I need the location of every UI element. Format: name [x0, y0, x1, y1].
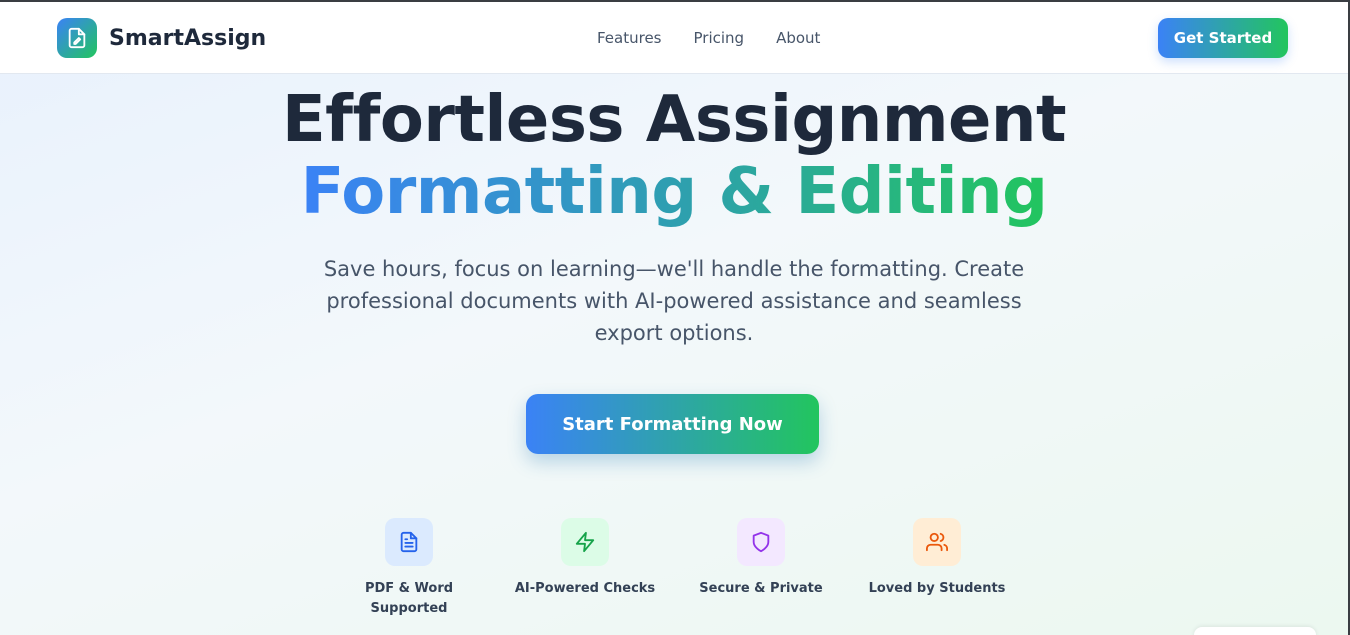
hero-title: Effortless Assignment Formatting & Editi… — [0, 84, 1348, 228]
hero-subtitle: Save hours, focus on learning—we'll hand… — [323, 257, 1025, 345]
feature-ai-checks: AI-Powered Checks — [505, 518, 665, 599]
nav-link-pricing[interactable]: Pricing — [694, 28, 745, 48]
nav-link-about[interactable]: About — [776, 28, 820, 48]
document-pen-icon — [57, 18, 97, 58]
feature-label: Loved by Students — [868, 581, 1006, 596]
lightning-icon — [561, 518, 609, 566]
feature-label: AI-Powered Checks — [514, 581, 656, 596]
get-started-button[interactable]: Get Started — [1158, 18, 1288, 58]
users-icon — [913, 518, 961, 566]
start-formatting-button[interactable]: Start Formatting Now — [526, 394, 819, 454]
main-nav: Features Pricing About — [597, 28, 852, 48]
feature-label: Secure & Private — [699, 581, 823, 596]
top-navbar: SmartAssign Features Pricing About Get S… — [0, 2, 1348, 74]
nav-link-features[interactable]: Features — [597, 28, 662, 48]
floating-widget-edge[interactable] — [1194, 627, 1316, 635]
brand-logo[interactable]: SmartAssign — [57, 18, 266, 58]
shield-icon — [737, 518, 785, 566]
feature-loved-students: Loved by Students — [857, 518, 1017, 599]
feature-pdf-word: PDF & Word Supported — [329, 518, 489, 619]
feature-label: PDF & Word Supported — [364, 581, 454, 616]
feature-secure-private: Secure & Private — [681, 518, 841, 599]
document-icon — [385, 518, 433, 566]
brand-name: SmartAssign — [109, 25, 267, 51]
hero-title-line2: Formatting & Editing — [300, 155, 1048, 229]
hero-title-line1: Effortless Assignment — [281, 83, 1067, 157]
